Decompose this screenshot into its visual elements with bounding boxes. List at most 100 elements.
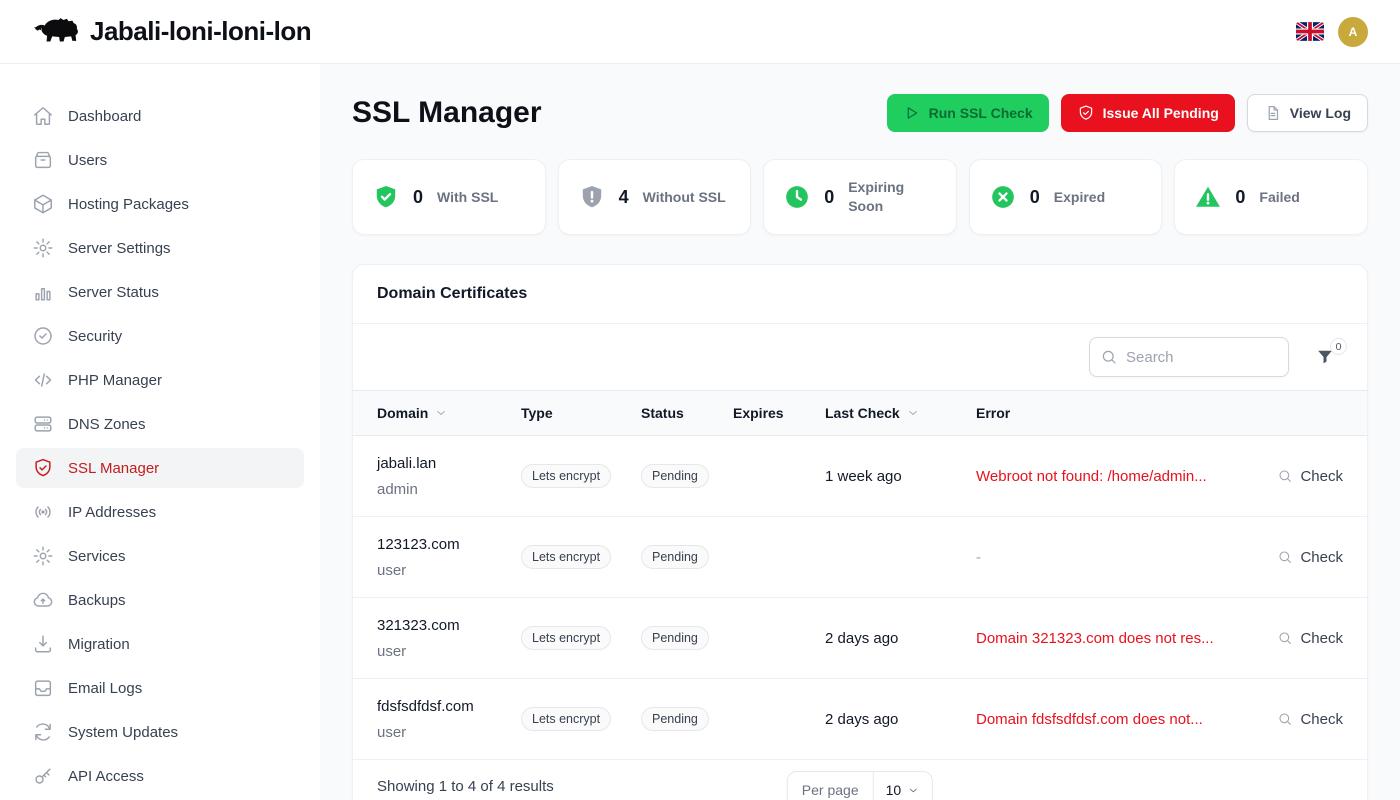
table-body: jabali.lan admin Lets encrypt Pending 1 … [353, 436, 1367, 760]
column-header[interactable]: Type [521, 405, 641, 421]
sidebar-item-icon [32, 149, 54, 171]
sidebar-item-label: API Access [68, 768, 144, 785]
last-check-cell: 2 days ago [825, 711, 976, 728]
type-cell: Lets encrypt [521, 464, 641, 488]
per-page-select[interactable]: Per page 10 [787, 771, 933, 800]
domain-cell: 123123.com user [377, 536, 521, 579]
sort-chevron-icon [434, 406, 448, 420]
last-check-cell: 2 days ago [825, 630, 976, 647]
panel-title: Domain Certificates [353, 265, 1367, 324]
results-summary: Showing 1 to 4 of 4 results [377, 778, 554, 795]
domain-cell: fdsfsdfdsf.com user [377, 698, 521, 741]
last-check-cell: 1 week ago [825, 468, 976, 485]
stat-icon [990, 184, 1016, 210]
status-cell: Pending [641, 626, 733, 650]
status-cell: Pending [641, 545, 733, 569]
sidebar-item[interactable]: Services [16, 536, 304, 576]
table-row: jabali.lan admin Lets encrypt Pending 1 … [353, 436, 1367, 517]
stat-card: 0 Expiring Soon [763, 159, 957, 235]
stat-value: 4 [619, 187, 629, 208]
sidebar-item[interactable]: PHP Manager [16, 360, 304, 400]
stat-icon [784, 184, 810, 210]
check-button[interactable]: Check [1247, 630, 1343, 647]
main-content: SSL Manager Run SSL Check Issue All Pend… [320, 64, 1400, 800]
shell: Dashboard Users Hosting Packages Server … [0, 64, 1400, 800]
stat-icon [373, 184, 399, 210]
filter-button[interactable]: 0 [1315, 347, 1335, 367]
column-header[interactable]: Expires [733, 405, 825, 421]
brand-name: Jabali-loni-loni-lon [90, 16, 311, 47]
column-header[interactable]: Domain [377, 405, 521, 421]
stat-value: 0 [413, 187, 423, 208]
table-row: 123123.com user Lets encrypt Pending - [353, 517, 1367, 598]
type-badge: Lets encrypt [521, 626, 611, 650]
error-cell: Domain 321323.com does not res... [976, 630, 1247, 647]
sidebar-item[interactable]: API Access [16, 756, 304, 796]
domain-owner: user [377, 562, 521, 579]
sidebar-item[interactable]: System Updates [16, 712, 304, 752]
sidebar-item-icon [32, 457, 54, 479]
sidebar-item[interactable]: Server Status [16, 272, 304, 312]
table-row: fdsfsdfdsf.com user Lets encrypt Pending… [353, 679, 1367, 760]
sidebar-item-icon [32, 325, 54, 347]
column-header-label: Expires [733, 405, 784, 421]
sidebar-item[interactable]: Security [16, 316, 304, 356]
sidebar-item[interactable]: IP Addresses [16, 492, 304, 532]
sidebar-item-label: DNS Zones [68, 416, 146, 433]
sidebar-item[interactable]: DNS Zones [16, 404, 304, 444]
column-header[interactable]: Error [976, 405, 1247, 421]
stat-card: 0 With SSL [352, 159, 546, 235]
sidebar-item-label: PHP Manager [68, 372, 162, 389]
run-ssl-check-button[interactable]: Run SSL Check [887, 94, 1049, 132]
sidebar-item-icon [32, 721, 54, 743]
sidebar-item[interactable]: Migration [16, 624, 304, 664]
sidebar-item[interactable]: Server Settings [16, 228, 304, 268]
column-header-label: Error [976, 405, 1010, 421]
page-title: SSL Manager [352, 96, 542, 130]
stat-label: Failed [1259, 188, 1299, 207]
status-badge: Pending [641, 626, 709, 650]
sidebar-item[interactable]: SSL Manager [16, 448, 304, 488]
language-flag-icon[interactable] [1296, 22, 1324, 41]
domain-cell: 321323.com user [377, 617, 521, 660]
type-cell: Lets encrypt [521, 707, 641, 731]
domain-owner: user [377, 643, 521, 660]
view-log-button[interactable]: View Log [1247, 94, 1368, 132]
error-cell: - [976, 549, 1247, 566]
magnifier-icon [1277, 630, 1293, 646]
check-button[interactable]: Check [1247, 549, 1343, 566]
domain-name: 123123.com [377, 536, 521, 553]
issue-all-pending-label: Issue All Pending [1103, 105, 1219, 121]
type-badge: Lets encrypt [521, 545, 611, 569]
check-button[interactable]: Check [1247, 711, 1343, 728]
sidebar-item-label: Security [68, 328, 122, 345]
sidebar: Dashboard Users Hosting Packages Server … [0, 64, 320, 800]
sidebar-item[interactable]: Backups [16, 580, 304, 620]
sidebar-item-label: Email Logs [68, 680, 142, 697]
sidebar-item[interactable]: Dashboard [16, 96, 304, 136]
sidebar-item[interactable]: Users [16, 140, 304, 180]
user-avatar[interactable]: A [1338, 17, 1368, 47]
stat-label: Expiring Soon [848, 178, 936, 216]
search-input[interactable] [1089, 337, 1289, 377]
issue-all-pending-button[interactable]: Issue All Pending [1061, 94, 1235, 132]
error-cell: Webroot not found: /home/admin... [976, 468, 1247, 485]
domain-cell: jabali.lan admin [377, 455, 521, 498]
sort-chevron-icon [906, 406, 920, 420]
play-icon [903, 104, 921, 122]
stat-label: With SSL [437, 188, 498, 207]
check-button[interactable]: Check [1247, 468, 1343, 485]
column-header[interactable]: Last Check [825, 405, 976, 421]
column-header[interactable]: Status [641, 405, 733, 421]
stat-icon [579, 184, 605, 210]
sidebar-item[interactable]: Hosting Packages [16, 184, 304, 224]
sidebar-item-label: Server Status [68, 284, 159, 301]
stat-value: 0 [1030, 187, 1040, 208]
error-cell: Domain fdsfsdfdsf.com does not... [976, 711, 1247, 728]
search-box [1089, 337, 1289, 377]
sidebar-item[interactable]: Email Logs [16, 668, 304, 708]
magnifier-icon [1277, 549, 1293, 565]
shield-check-icon [1077, 104, 1095, 122]
table-toolbar: 0 [353, 324, 1367, 390]
sidebar-item-label: IP Addresses [68, 504, 156, 521]
